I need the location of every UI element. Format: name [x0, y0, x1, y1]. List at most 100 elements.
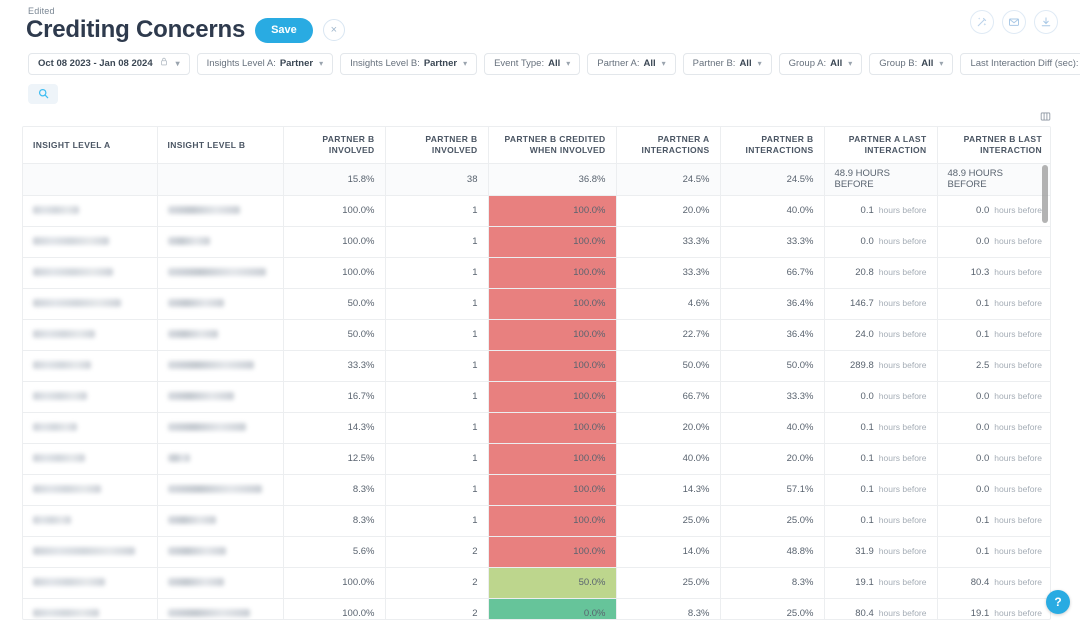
envelope-icon[interactable]: [1002, 10, 1026, 34]
col-insight-level-a[interactable]: INSIGHT LEVEL A: [23, 127, 157, 163]
filter-last-interaction-diff[interactable]: Last Interaction Diff (sec): All ▾: [960, 53, 1080, 75]
redacted-text: [33, 268, 113, 276]
cell-partner-a-interactions: 14.3%: [616, 474, 720, 505]
redacted-text: [33, 547, 135, 555]
filter-event-type-label: Event Type:: [494, 54, 544, 74]
col-partner-b-involved-count[interactable]: PARTNER B INVOLVED: [385, 127, 488, 163]
col-partner-b-interactions[interactable]: PARTNER B INTERACTIONS: [720, 127, 824, 163]
col-partner-a-last-interaction[interactable]: PARTNER A LAST INTERACTION: [824, 127, 937, 163]
filter-insights-level-a[interactable]: Insights Level A: Partner ▾: [197, 53, 333, 75]
cell-partner-a-interactions: 22.7%: [616, 319, 720, 350]
filter-group-b-value: All: [921, 54, 933, 74]
table-row[interactable]: 100.0%250.0%25.0%8.3%19.1hours before80.…: [23, 567, 1051, 598]
table-row[interactable]: 5.6%2100.0%14.0%48.8%31.9hours before0.1…: [23, 536, 1051, 567]
table-row[interactable]: 100.0%20.0%8.3%25.0%80.4hours before19.1…: [23, 598, 1051, 620]
cell-insight-level-b: [157, 350, 283, 381]
filter-group-a[interactable]: Group A: All ▾: [779, 53, 863, 75]
cell-partner-b-involved-count: 1: [385, 350, 488, 381]
cell-partner-b-interactions: 40.0%: [720, 412, 824, 443]
cell-partner-b-involved-count: 1: [385, 288, 488, 319]
filter-event-type[interactable]: Event Type: All ▾: [484, 53, 580, 75]
hours-value: 0.0: [976, 453, 989, 464]
cell-partner-b-last-interaction: 10.3hours before: [937, 257, 1051, 288]
magic-wand-icon[interactable]: [970, 10, 994, 34]
cell-partner-b-credited: 50.0%: [488, 567, 616, 598]
cell-partner-b-involved-pct: 50.0%: [283, 288, 385, 319]
cell-partner-b-credited: 100.0%: [488, 474, 616, 505]
filter-partner-a[interactable]: Partner A: All ▾: [587, 53, 675, 75]
filter-group-b[interactable]: Group B: All ▾: [869, 53, 953, 75]
table-row[interactable]: 12.5%1100.0%40.0%20.0%0.1hours before0.0…: [23, 443, 1051, 474]
scrollbar-thumb[interactable]: [1042, 165, 1048, 223]
table-row[interactable]: 8.3%1100.0%14.3%57.1%0.1hours before0.0h…: [23, 474, 1051, 505]
download-icon[interactable]: [1034, 10, 1058, 34]
table-row[interactable]: 100.0%1100.0%33.3%66.7%20.8hours before1…: [23, 257, 1051, 288]
table-row[interactable]: 14.3%1100.0%20.0%40.0%0.1hours before0.0…: [23, 412, 1051, 443]
table-row[interactable]: 100.0%1100.0%33.3%33.3%0.0hours before0.…: [23, 226, 1051, 257]
cell-insight-level-b: [157, 443, 283, 474]
hours-unit-label: hours before: [879, 484, 927, 494]
cell-partner-a-interactions: 14.0%: [616, 536, 720, 567]
chevron-down-icon: ▾: [939, 54, 943, 74]
redacted-text: [168, 485, 262, 493]
redacted-text: [168, 609, 250, 617]
cell-partner-b-involved-pct: 16.7%: [283, 381, 385, 412]
cell-partner-b-interactions: 57.1%: [720, 474, 824, 505]
cell-partner-a-last-interaction: 80.4hours before: [824, 598, 937, 620]
chevron-down-icon: ▾: [566, 54, 570, 74]
cell-partner-b-involved-pct: 33.3%: [283, 350, 385, 381]
table-row[interactable]: 8.3%1100.0%25.0%25.0%0.1hours before0.1h…: [23, 505, 1051, 536]
cell-partner-a-last-interaction: 0.1hours before: [824, 505, 937, 536]
chevron-down-icon: ▾: [463, 54, 467, 74]
hours-unit-label: hours before: [994, 298, 1042, 308]
table-row[interactable]: 50.0%1100.0%4.6%36.4%146.7hours before0.…: [23, 288, 1051, 319]
redacted-text: [168, 237, 210, 245]
save-button[interactable]: Save: [255, 18, 313, 43]
hours-value: 0.1: [861, 515, 874, 526]
cell-insight-level-b: [157, 412, 283, 443]
close-button[interactable]: ×: [323, 19, 345, 41]
column-settings-icon[interactable]: [1040, 109, 1051, 127]
col-partner-b-involved-pct[interactable]: PARTNER B INVOLVED: [283, 127, 385, 163]
cell-partner-b-involved-pct: 14.3%: [283, 412, 385, 443]
filter-group-b-label: Group B:: [879, 54, 917, 74]
cell-insight-level-b: [157, 319, 283, 350]
col-partner-b-credited-when-involved[interactable]: PARTNER B CREDITED WHEN INVOLVED: [488, 127, 616, 163]
hours-unit-label: hours before: [994, 484, 1042, 494]
redacted-text: [33, 454, 85, 462]
filter-partner-b[interactable]: Partner B: All ▾: [683, 53, 772, 75]
cell-insight-level-a: [23, 195, 157, 226]
table-vertical-scrollbar[interactable]: [1042, 165, 1048, 619]
title-row: Crediting Concerns Save ×: [26, 16, 1060, 44]
filter-date-range-label: Oct 08 2023 - Jan 08 2024: [38, 54, 153, 74]
summary-partner-b-involved-count: 38: [385, 163, 488, 195]
cell-partner-b-involved-count: 1: [385, 257, 488, 288]
filter-date-range[interactable]: Oct 08 2023 - Jan 08 2024 ▾: [28, 53, 190, 75]
search-button[interactable]: [28, 84, 58, 104]
col-partner-a-interactions[interactable]: PARTNER A INTERACTIONS: [616, 127, 720, 163]
redacted-text: [33, 516, 71, 524]
search-row: [0, 76, 1080, 108]
cell-insight-level-b: [157, 381, 283, 412]
table-row[interactable]: 50.0%1100.0%22.7%36.4%24.0hours before0.…: [23, 319, 1051, 350]
redacted-text: [33, 330, 95, 338]
help-button[interactable]: ?: [1046, 590, 1070, 614]
col-partner-b-last-interaction[interactable]: PARTNER B LAST INTERACTION: [937, 127, 1051, 163]
hours-unit-label: hours before: [994, 422, 1042, 432]
table-row[interactable]: 16.7%1100.0%66.7%33.3%0.0hours before0.0…: [23, 381, 1051, 412]
filter-insights-level-a-value: Partner: [280, 54, 313, 74]
redacted-text: [33, 237, 109, 245]
hours-unit-label: hours before: [879, 453, 927, 463]
col-insight-level-b[interactable]: INSIGHT LEVEL B: [157, 127, 283, 163]
hours-value: 0.0: [976, 236, 989, 247]
table-row[interactable]: 100.0%1100.0%20.0%40.0%0.1hours before0.…: [23, 195, 1051, 226]
redacted-text: [168, 423, 246, 431]
table-row[interactable]: 33.3%1100.0%50.0%50.0%289.8hours before2…: [23, 350, 1051, 381]
filter-last-interaction-diff-label: Last Interaction Diff (sec):: [970, 54, 1078, 74]
data-table-container: INSIGHT LEVEL A INSIGHT LEVEL B PARTNER …: [22, 126, 1051, 620]
filter-insights-level-b[interactable]: Insights Level B: Partner ▾: [340, 53, 477, 75]
cell-partner-b-involved-count: 1: [385, 319, 488, 350]
cell-partner-b-involved-pct: 50.0%: [283, 319, 385, 350]
cell-partner-b-interactions: 50.0%: [720, 350, 824, 381]
cell-partner-b-credited: 100.0%: [488, 319, 616, 350]
